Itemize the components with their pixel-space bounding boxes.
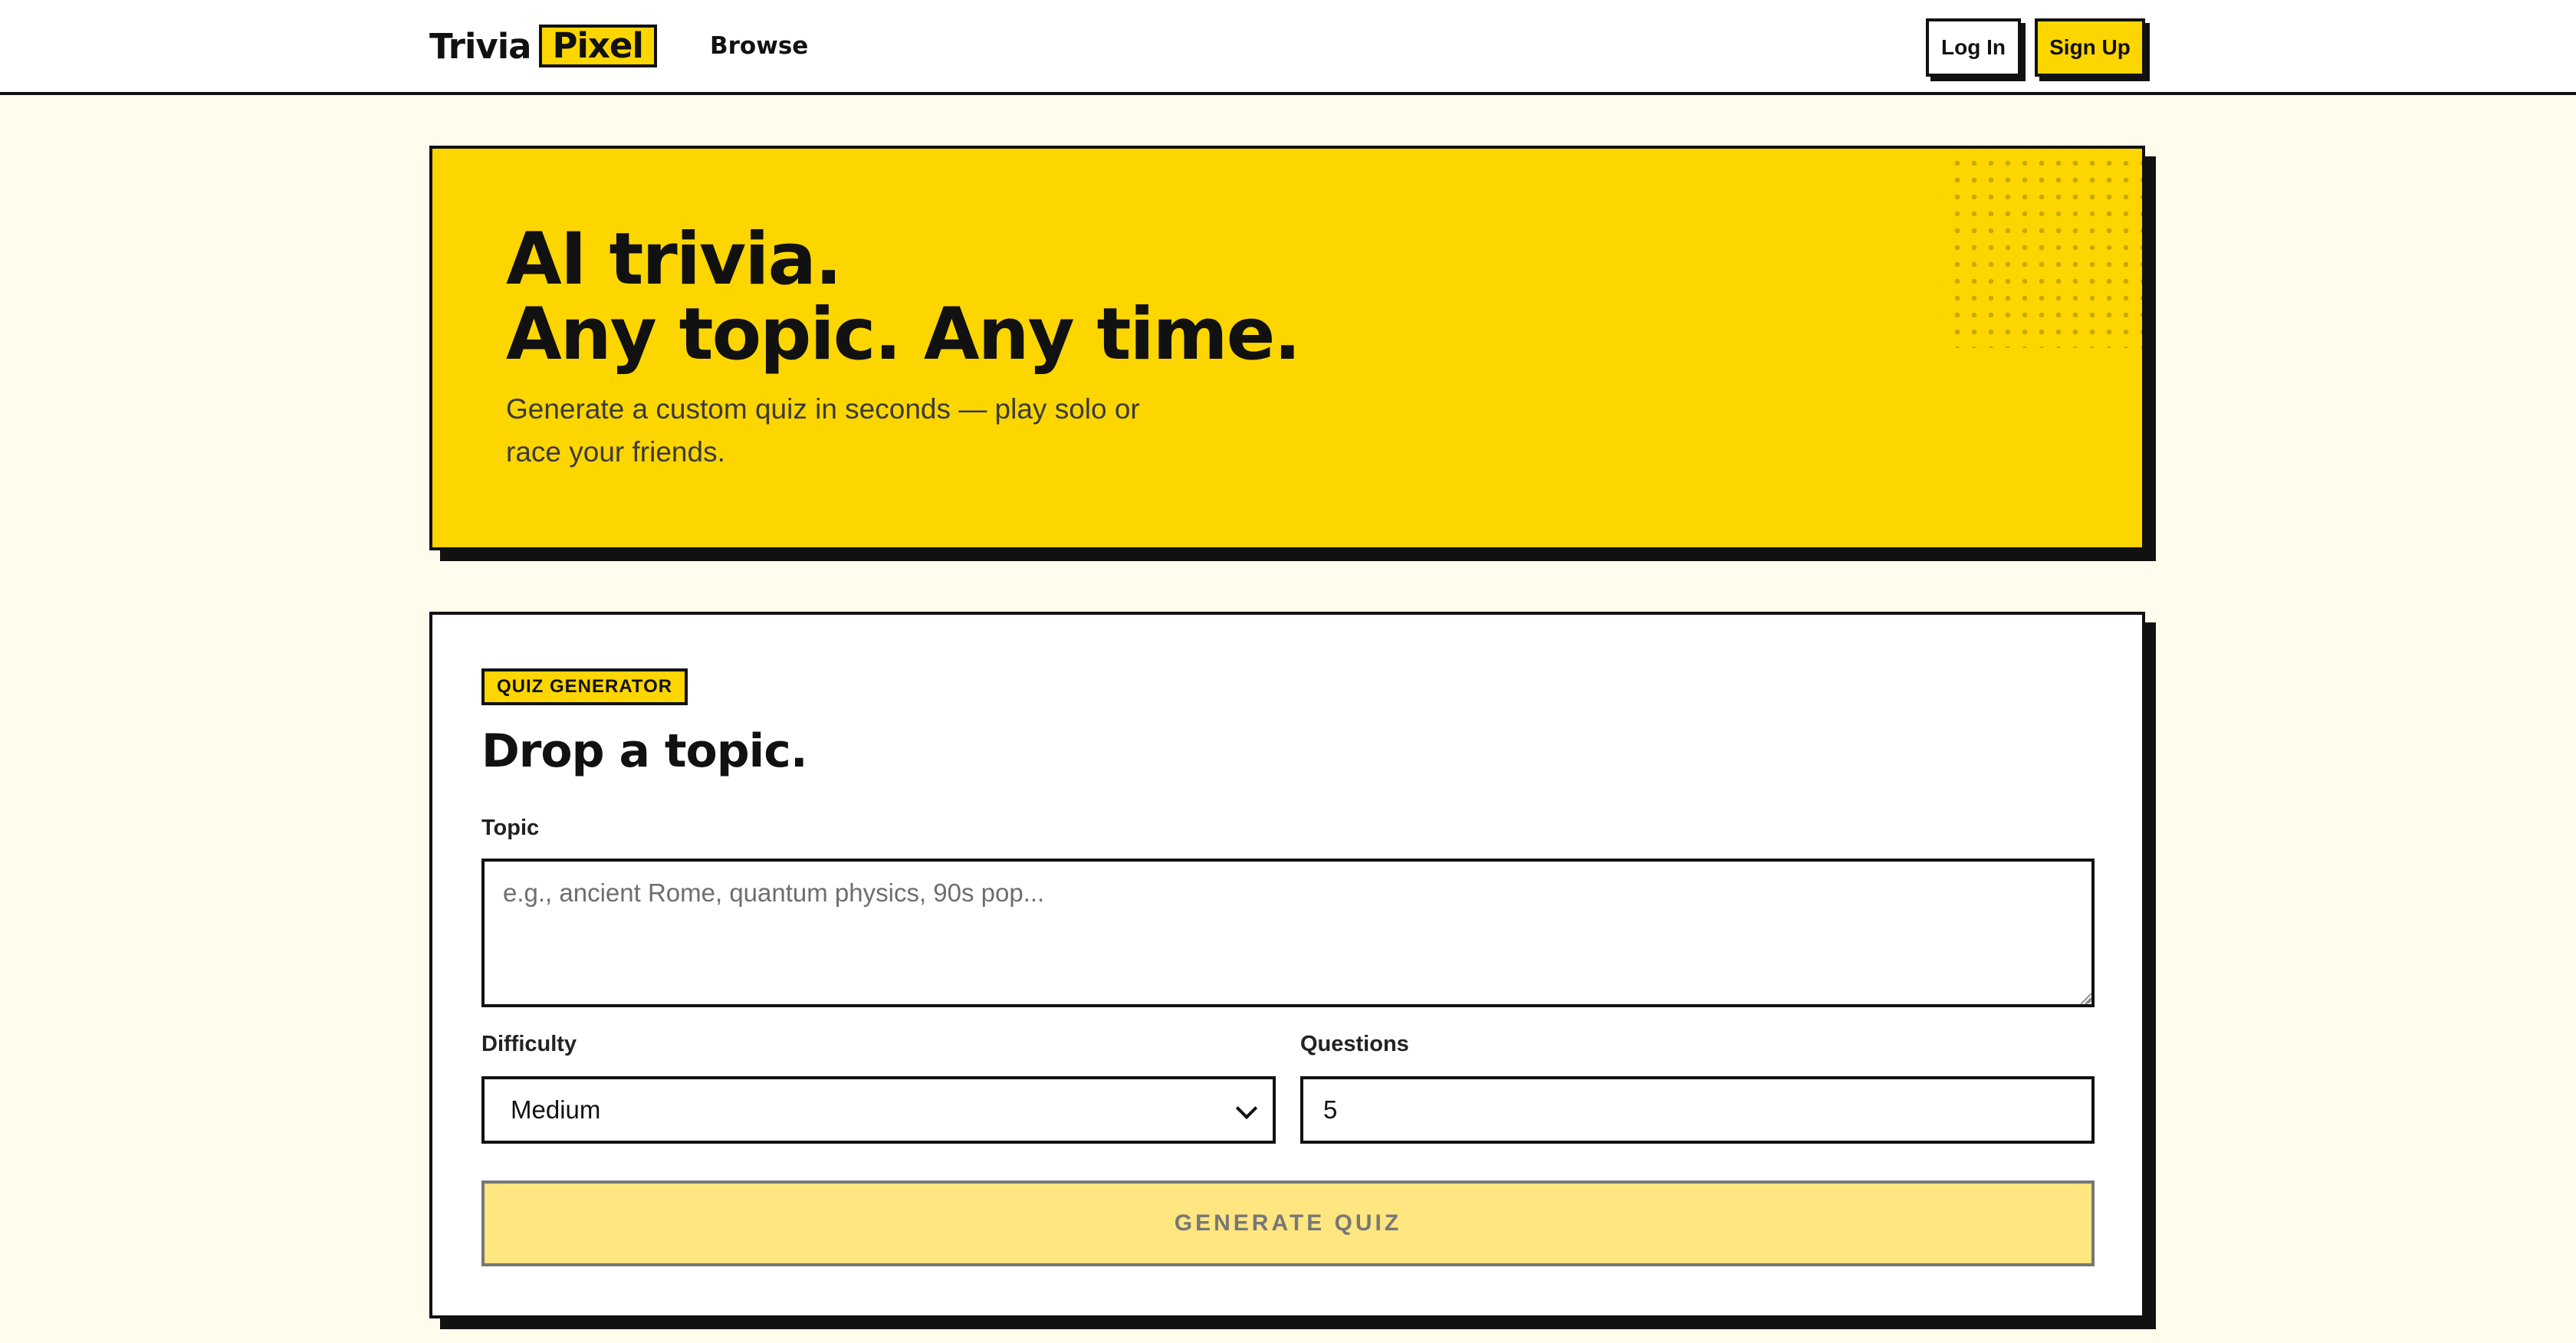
questions-input[interactable]: 5 [1300, 1076, 2095, 1144]
hero-title: AI trivia. Any topic. Any time. [506, 218, 1301, 376]
hero-title-line-2: Any topic. Any time. [506, 293, 1301, 376]
hero-subtitle: Generate a custom quiz in seconds — play… [506, 393, 1140, 468]
hero-title-line-1: AI trivia. [506, 218, 843, 301]
quiz-generator-badge: QUIZ GENERATOR [481, 668, 688, 705]
hero-banner: AI trivia. Any topic. Any time. Generate… [429, 146, 2145, 550]
dot-pattern-decoration [1943, 149, 2142, 348]
top-navbar: Trivia Pixel Browse Log In Sign Up [0, 0, 2576, 95]
logo[interactable]: Trivia Pixel [429, 25, 657, 67]
card-title: Drop a topic. [481, 724, 808, 778]
resize-grip-icon[interactable] [2081, 993, 2091, 1004]
nav-browse-link[interactable]: Browse [710, 29, 808, 63]
logo-word: Trivia [429, 25, 531, 67]
questions-label: Questions [1300, 1032, 1409, 1056]
topic-input[interactable] [481, 859, 2095, 1007]
generate-quiz-button[interactable]: GENERATE QUIZ [481, 1180, 2095, 1266]
quiz-generator-card: QUIZ GENERATOR Drop a topic. Topic Diffi… [429, 612, 2145, 1318]
topic-label: Topic [481, 816, 540, 840]
difficulty-value: Medium [511, 1095, 601, 1124]
logo-box: Pixel [538, 25, 657, 67]
questions-value: 5 [1323, 1095, 1338, 1124]
login-button[interactable]: Log In [1926, 18, 2021, 77]
difficulty-label: Difficulty [481, 1032, 577, 1056]
chevron-down-icon [1235, 1097, 1258, 1120]
signup-button[interactable]: Sign Up [2035, 18, 2145, 77]
difficulty-select[interactable]: Medium [481, 1076, 1276, 1144]
